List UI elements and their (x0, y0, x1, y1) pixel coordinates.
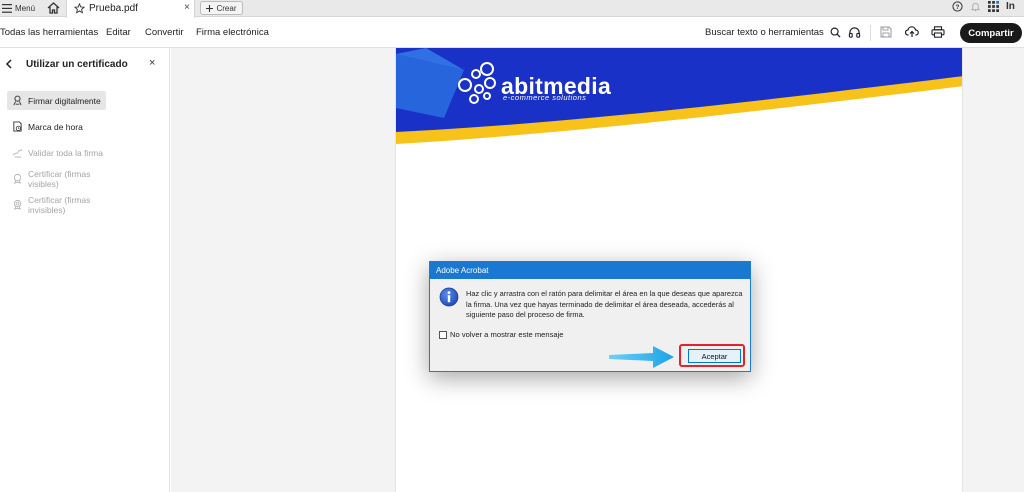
checkbox-box[interactable] (439, 330, 447, 339)
panel-item-label: Validar toda la firma (28, 147, 103, 158)
apps-grid-icon[interactable] (988, 1, 999, 12)
panel-item-label: Firmar digitalmente (28, 95, 101, 106)
tab-bar: Menú Prueba.pdf × Crear ? In (0, 0, 1024, 18)
timestamp-icon (12, 121, 23, 132)
logo-circles-icon (458, 62, 496, 104)
help-icon[interactable]: ? (952, 1, 963, 12)
star-icon[interactable] (74, 3, 85, 14)
main-toolbar: Todas las herramientas Editar Convertir … (0, 18, 1024, 48)
arrow-right-icon (609, 346, 674, 368)
panel-title: Utilizar un certificado (26, 59, 128, 70)
home-icon[interactable] (47, 2, 60, 14)
svg-text:?: ? (956, 4, 960, 11)
certify-visible-item: Certificar (firmas visibles) (7, 168, 106, 189)
hamburger-icon (2, 4, 12, 13)
plus-icon (206, 4, 214, 12)
menu-label: Menú (15, 4, 36, 13)
pen-sign-icon (12, 95, 23, 106)
print-icon[interactable] (931, 26, 945, 38)
accept-button[interactable]: Aceptar (688, 349, 741, 363)
panel-item-label: Certificar (firmas visibles) (28, 168, 91, 189)
toolbar-divider (870, 25, 871, 41)
dialog-message: Haz clic y arrastra con el ratón para de… (466, 289, 743, 319)
bell-icon[interactable] (970, 1, 981, 12)
timestamp-item[interactable]: Marca de hora (7, 117, 106, 136)
certify-invisible-icon (12, 199, 23, 210)
menu-button[interactable]: Menú (2, 1, 35, 16)
certify-visible-icon (12, 173, 23, 184)
panel-item-label: Marca de hora (28, 121, 83, 132)
back-arrow-icon[interactable] (5, 59, 13, 69)
validate-signature-icon (12, 147, 23, 158)
panel-item-label: Certificar (firmas invisibles) (28, 194, 91, 215)
logo-tagline: e-commerce solutions (503, 93, 587, 102)
certify-invisible-item: Certificar (firmas invisibles) (7, 194, 106, 215)
tab-convert[interactable]: Convertir (145, 27, 184, 38)
info-icon (439, 287, 459, 307)
headphones-icon[interactable] (848, 26, 861, 39)
tab-edit[interactable]: Editar (106, 27, 131, 38)
search-icon (830, 27, 841, 38)
share-button[interactable]: Compartir (960, 23, 1022, 43)
create-button[interactable]: Crear (200, 1, 243, 15)
acrobat-dialog: Adobe Acrobat Haz clic y arrastra con el… (429, 261, 751, 372)
panel-close-button[interactable]: × (149, 57, 155, 69)
tab-close-button[interactable]: × (184, 2, 190, 13)
search-tools-button[interactable]: Buscar texto o herramientas (705, 27, 841, 38)
user-avatar[interactable]: In (1006, 1, 1020, 12)
checkbox-label: No volver a mostrar este mensaje (450, 330, 564, 339)
validate-signature-item: Validar toda la firma (7, 143, 106, 162)
search-tools-label: Buscar texto o herramientas (705, 27, 824, 38)
tab-e-sign[interactable]: Firma electrónica (196, 27, 269, 38)
dont-show-again-checkbox[interactable]: No volver a mostrar este mensaje (439, 330, 564, 339)
create-label: Crear (216, 3, 237, 13)
upload-cloud-icon[interactable] (905, 26, 919, 38)
tab-title: Prueba.pdf (89, 3, 138, 14)
save-icon[interactable] (880, 26, 892, 38)
sign-digitally-item[interactable]: Firmar digitalmente (7, 91, 106, 110)
tab-all-tools[interactable]: Todas las herramientas (0, 27, 98, 38)
document-tab[interactable]: Prueba.pdf × (66, 0, 195, 18)
panel-header: Utilizar un certificado × (0, 48, 170, 80)
top-right-controls: ? In (952, 1, 1024, 12)
dialog-title: Adobe Acrobat (430, 262, 750, 279)
certificate-panel: Utilizar un certificado × Firmar digital… (0, 48, 170, 492)
